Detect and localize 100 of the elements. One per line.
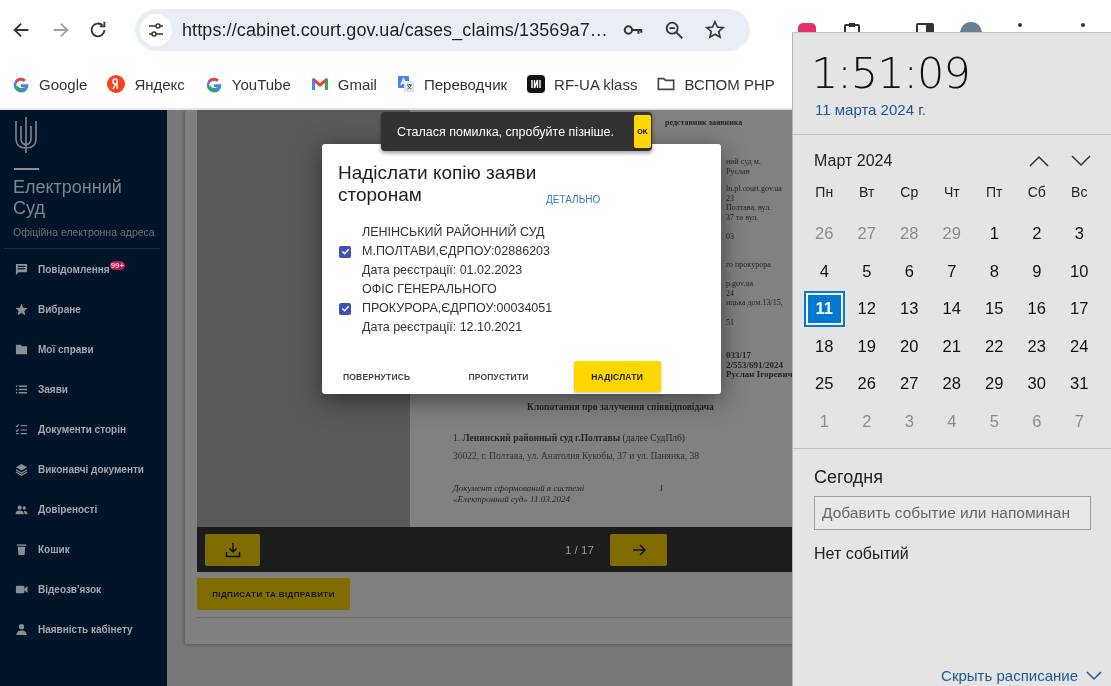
- calendar-day[interactable]: 23: [1016, 328, 1058, 365]
- calendar-day[interactable]: 24: [1058, 328, 1100, 365]
- document-text: 36022, г. Полтава, ул. Анатолия Кукобы, 37 и ул. Панянка, 38: [453, 451, 700, 462]
- checkbox[interactable]: [339, 302, 351, 315]
- translate-icon: [396, 75, 415, 93]
- calendar-day[interactable]: 12: [846, 290, 888, 327]
- text-button[interactable]: ПОВЕРНУТИСЬ: [328, 361, 426, 392]
- document-footer: Документ сформований в системі «Електронний суд» 11.03.2024: [453, 483, 633, 506]
- details-link[interactable]: ДЕТАЛЬНО: [546, 194, 601, 205]
- calendar-day[interactable]: 26: [846, 365, 888, 402]
- calendar-day[interactable]: 4: [803, 253, 845, 290]
- calendar-day[interactable]: 19: [846, 328, 888, 365]
- camera-icon[interactable]: [797, 22, 817, 32]
- clipboard-icon[interactable]: [843, 22, 861, 32]
- document-text: 2/553/691/2024: [726, 360, 783, 371]
- bookmark[interactable]: Яндекс: [107, 75, 185, 93]
- calendar-day[interactable]: 28: [931, 365, 973, 402]
- calendar-day[interactable]: 6: [888, 253, 930, 290]
- event-input-field[interactable]: Добавить событие или напоминан: [814, 496, 1091, 530]
- next-page-button[interactable]: [610, 533, 667, 566]
- gmail-icon: [310, 75, 329, 93]
- calendar-day[interactable]: 11: [803, 290, 845, 327]
- site-settings-icon[interactable]: [140, 14, 172, 46]
- text-button[interactable]: ПРОПУСТИТИ: [453, 361, 544, 392]
- calendar-day[interactable]: 30: [1016, 365, 1058, 402]
- app-icon: [527, 75, 546, 93]
- google-icon: [204, 75, 223, 93]
- bookmark[interactable]: YouTube: [204, 75, 291, 93]
- bookmark[interactable]: RF-UA klass: [527, 75, 638, 93]
- sidebar-item[interactable]: Наявність кабінету: [0, 609, 167, 649]
- registration-date: Дата реєстрації: 12.10.2021: [362, 319, 524, 336]
- calendar-day[interactable]: 1: [973, 215, 1015, 252]
- month-title[interactable]: Март 2024: [814, 152, 893, 170]
- folder-icon: [15, 342, 28, 356]
- calendar-day[interactable]: 15: [973, 290, 1015, 327]
- document-text: 24: [726, 288, 734, 298]
- previous-month-button[interactable]: [1028, 154, 1050, 168]
- calendar-day[interactable]: 18: [803, 328, 845, 365]
- address-bar[interactable]: https://cabinet.court.gov.ua/cases_claims/13569a7…: [135, 9, 750, 51]
- sidebar-item[interactable]: Виконавчі документи: [0, 449, 167, 489]
- calendar-day[interactable]: 7: [931, 253, 973, 290]
- calendar-day[interactable]: 5: [846, 253, 888, 290]
- bookmark[interactable]: Переводчик: [396, 75, 508, 93]
- recipient-name: ЛЕНІНСЬКИЙ РАЙОННИЙ СУД М.ПОЛТАВИ,ЄДРПОУ:02886203: [362, 223, 551, 260]
- side-panel-icon[interactable]: [915, 22, 935, 32]
- calendar-day[interactable]: 3: [1058, 215, 1100, 252]
- weekday-label: Чт: [942, 183, 961, 202]
- bookmark[interactable]: Google: [12, 75, 88, 93]
- trident-icon: [13, 116, 39, 154]
- calendar-day[interactable]: 14: [931, 290, 973, 327]
- avatar-icon[interactable]: [960, 22, 982, 32]
- calendar-day[interactable]: 9: [1016, 253, 1058, 290]
- calendar-day[interactable]: 16: [1016, 290, 1058, 327]
- calendar-day[interactable]: 31: [1058, 365, 1100, 402]
- hide-schedule-link[interactable]: Скрыть расписание: [941, 667, 1102, 684]
- sidebar-item[interactable]: Мої справи: [0, 329, 167, 369]
- download-button[interactable]: [205, 533, 260, 566]
- send-button[interactable]: НАДІСЛАТИ: [573, 361, 661, 392]
- sidebar-item[interactable]: Вибране: [0, 289, 167, 329]
- next-month-button[interactable]: [1070, 154, 1092, 168]
- site-title: Електронний Суд: [13, 177, 123, 219]
- calendar-day[interactable]: 10: [1058, 253, 1100, 290]
- sidebar-item[interactable]: Кошик: [0, 529, 167, 569]
- person-icon: [15, 622, 28, 636]
- document-text: редставник заявника: [665, 118, 744, 127]
- calendar-day[interactable]: 13: [888, 290, 930, 327]
- document-heading: Клопотання про залучення співвідповідача: [527, 402, 715, 413]
- sidebar-item[interactable]: Заяви: [0, 369, 167, 409]
- document-text: 23: [726, 193, 734, 203]
- no-events-text: Нет событий: [814, 545, 910, 563]
- calendar-day[interactable]: 17: [1058, 290, 1100, 327]
- calendar-day[interactable]: 27: [888, 365, 930, 402]
- document-text: Руслан: [726, 166, 750, 176]
- sidebar-item[interactable]: Відеозв'язок: [0, 569, 167, 609]
- bookmark[interactable]: Gmail: [310, 75, 377, 93]
- calendar-day[interactable]: 2: [1016, 215, 1058, 252]
- sidebar-item[interactable]: Довіреності: [0, 489, 167, 529]
- calendar-day[interactable]: 22: [973, 328, 1015, 365]
- star-icon[interactable]: [703, 19, 726, 41]
- sidebar-item[interactable]: Повідомлення: [38, 263, 110, 275]
- sign-and-send-button[interactable]: ПІДПИСАТИ ТА ВІДПРАВИТИ: [197, 578, 350, 610]
- registration-date: Дата реєстрації: 01.02.2023: [362, 262, 524, 279]
- sidebar-item[interactable]: Документи сторін: [0, 409, 167, 449]
- calendar-day[interactable]: 20: [888, 328, 930, 365]
- calendar-day[interactable]: 25: [803, 365, 845, 402]
- trash-icon: [15, 542, 28, 556]
- count-badge: 99+: [109, 260, 126, 270]
- url-text: https://cabinet.court.gov.ua/cases_claims/13569a7…: [182, 19, 608, 41]
- bookmark[interactable]: ВСПОМ PHP: [657, 75, 775, 93]
- recipient-name: ОФІС ГЕНЕРАЛЬНОГО ПРОКУРОРА,ЄДРПОУ:00034051: [362, 281, 554, 317]
- weekday-label: Вс: [1070, 183, 1089, 202]
- page-number: 1: [659, 483, 664, 496]
- full-date[interactable]: 11 марта 2024 г.: [815, 101, 1111, 118]
- message-icon: [15, 262, 28, 276]
- arrow-right-icon: [630, 541, 647, 558]
- calendar-day[interactable]: 21: [931, 328, 973, 365]
- calendar-day[interactable]: 29: [973, 365, 1015, 402]
- calendar-day[interactable]: 8: [973, 253, 1015, 290]
- layers-icon: [15, 462, 28, 476]
- checkbox[interactable]: [339, 245, 351, 258]
